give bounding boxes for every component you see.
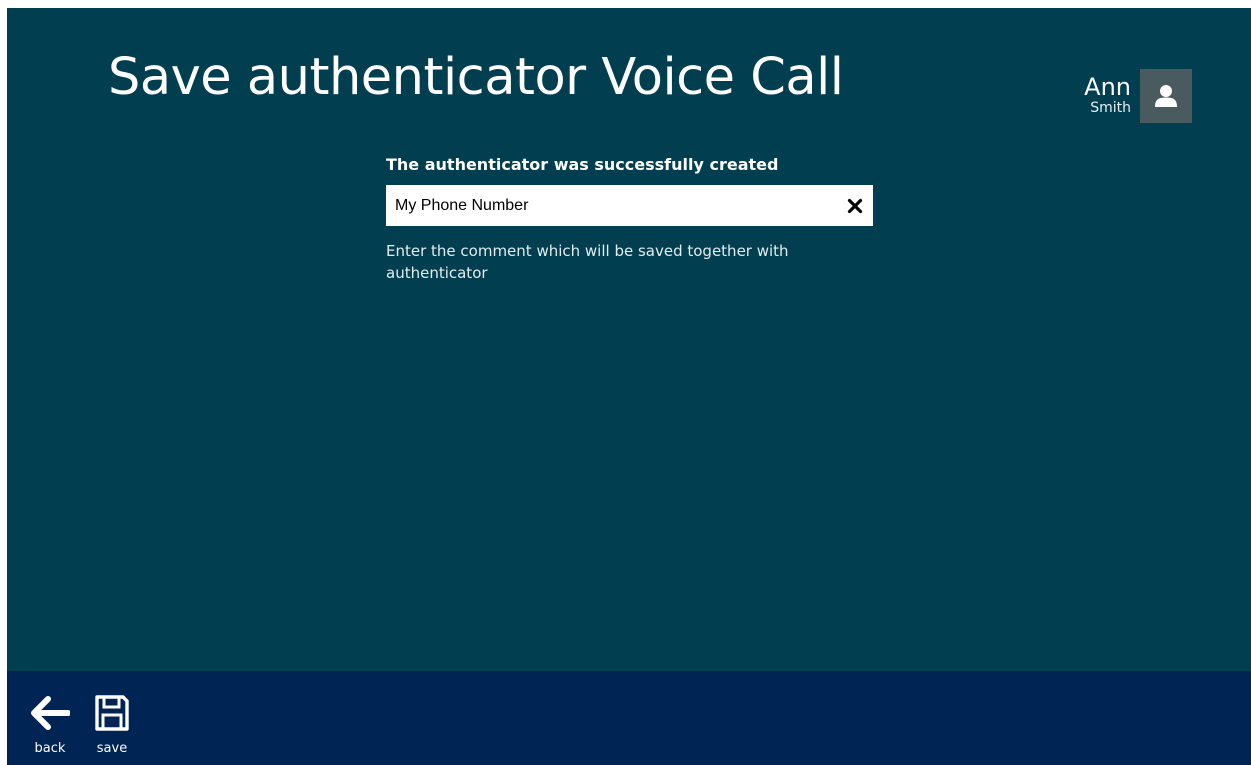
page-title: Save authenticator Voice Call (108, 48, 844, 107)
back-button[interactable]: back (28, 691, 72, 757)
back-label: back (34, 741, 66, 756)
app-window: Save authenticator Voice Call Ann Smith … (7, 8, 1251, 765)
back-icon-wrap (28, 691, 72, 735)
success-heading: The authenticator was successfully creat… (386, 155, 779, 174)
save-button[interactable]: save (90, 691, 134, 757)
comment-field (386, 185, 873, 226)
save-label: save (96, 741, 128, 756)
arrow-left-icon (31, 696, 70, 730)
user-icon (1155, 85, 1177, 107)
clear-button[interactable] (845, 196, 865, 216)
avatar[interactable] (1140, 69, 1192, 123)
user-names: Ann Smith (1084, 69, 1131, 116)
form-panel: The authenticator was successfully creat… (386, 154, 873, 284)
user-info[interactable]: Ann Smith (1084, 69, 1192, 123)
floppy-disk-icon (95, 695, 129, 731)
comment-hint: Enter the comment which will be saved to… (386, 242, 789, 282)
user-first-name: Ann (1084, 73, 1131, 101)
app-bar: back save (7, 671, 1251, 765)
comment-input[interactable] (386, 185, 831, 226)
close-icon (847, 198, 863, 214)
user-last-name: Smith (1090, 100, 1131, 116)
save-icon-wrap (90, 691, 134, 735)
